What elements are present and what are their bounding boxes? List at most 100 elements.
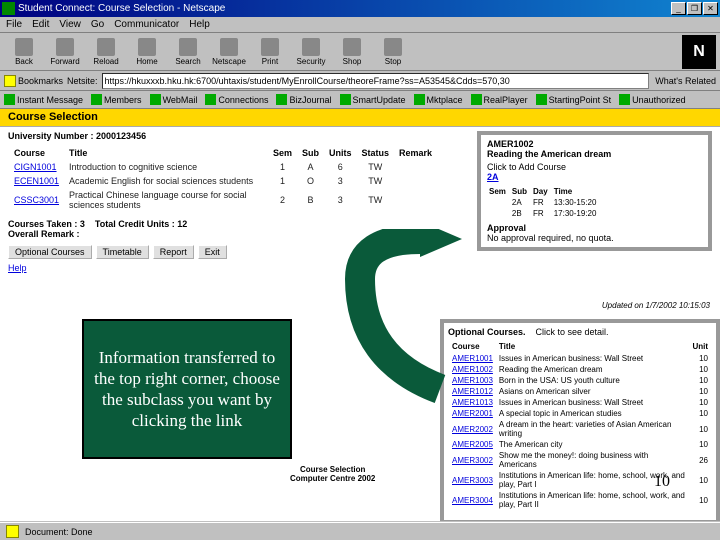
list-item: AMER3002Show me the money!: doing busine… <box>450 451 710 469</box>
menu-bar: File Edit View Go Communicator Help <box>0 17 720 33</box>
whats-related-button[interactable]: What's Related <box>653 76 716 86</box>
link-instant-message[interactable]: Instant Message <box>4 94 83 105</box>
search-button[interactable]: Search <box>168 35 208 69</box>
list-item: AMER3003Institutions in American life: h… <box>450 471 710 489</box>
book-icon <box>471 94 482 105</box>
link-mktplace[interactable]: Mktplace <box>414 94 463 105</box>
location-bar: Bookmarks Netsite: What's Related <box>0 71 720 91</box>
toolbar: Back Forward Reload Home Search Netscape… <box>0 33 720 71</box>
page-heading: Course Selection <box>0 109 720 127</box>
col-sem: Sem <box>269 147 296 159</box>
close-button[interactable]: ✕ <box>703 2 718 15</box>
opt-course-link[interactable]: AMER1003 <box>452 376 493 385</box>
table-row: CSSC3001 Practical Chinese language cour… <box>10 189 436 211</box>
opt-col-course: Course <box>450 341 495 352</box>
exit-button[interactable]: Exit <box>198 245 227 259</box>
forward-button[interactable]: Forward <box>45 35 85 69</box>
optional-courses-button[interactable]: Optional Courses <box>8 245 92 259</box>
detail-code: AMER1002 <box>487 139 702 149</box>
home-button[interactable]: Home <box>127 35 167 69</box>
book-icon <box>414 94 425 105</box>
netscape-logo: N <box>682 35 716 69</box>
book-icon <box>340 94 351 105</box>
detail-title: Reading the American dream <box>487 149 702 159</box>
overall-remark: Overall Remark : <box>8 229 80 239</box>
netscape-icon <box>220 38 238 56</box>
list-item: AMER1013Issues in American business: Wal… <box>450 398 710 407</box>
reload-button[interactable]: Reload <box>86 35 126 69</box>
window-titlebar: Student Connect: Course Selection - Nets… <box>0 0 720 17</box>
schedule-row: 2AFR13:30-15:20 <box>489 198 602 207</box>
col-units: Units <box>325 147 356 159</box>
report-button[interactable]: Report <box>153 245 194 259</box>
shop-button[interactable]: Shop <box>332 35 372 69</box>
opt-course-link[interactable]: AMER2001 <box>452 409 493 418</box>
minimize-button[interactable]: _ <box>671 2 686 15</box>
lock-icon <box>6 525 19 538</box>
opt-course-link[interactable]: AMER3003 <box>452 476 493 485</box>
course-detail-panel: AMER1002 Reading the American dream Clic… <box>477 131 712 251</box>
total-units: Total Credit Units : 12 <box>95 219 187 229</box>
menu-view[interactable]: View <box>59 19 81 30</box>
link-webmail[interactable]: WebMail <box>150 94 198 105</box>
link-bizjournal[interactable]: BizJournal <box>276 94 331 105</box>
opt-course-link[interactable]: AMER1012 <box>452 387 493 396</box>
maximize-button[interactable]: ❐ <box>687 2 702 15</box>
book-icon <box>536 94 547 105</box>
course-link[interactable]: ECEN1001 <box>14 176 59 186</box>
selected-courses-table: Course Title Sem Sub Units Status Remark… <box>8 145 438 213</box>
book-icon <box>619 94 630 105</box>
list-item: AMER1012Asians on American silver10 <box>450 387 710 396</box>
personal-toolbar: Instant Message Members WebMail Connecti… <box>0 91 720 109</box>
stop-button[interactable]: Stop <box>373 35 413 69</box>
help-link[interactable]: Help <box>8 263 712 273</box>
bookmarks-icon <box>4 75 16 87</box>
url-input[interactable] <box>102 73 650 89</box>
table-row: CIGN1001 Introduction to cognitive scien… <box>10 161 436 173</box>
subclass-link[interactable]: 2A <box>487 172 499 182</box>
netscape-button[interactable]: Netscape <box>209 35 249 69</box>
menu-file[interactable]: File <box>6 19 22 30</box>
opt-course-link[interactable]: AMER3004 <box>452 496 493 505</box>
app-icon <box>2 2 15 15</box>
link-smartupdate[interactable]: SmartUpdate <box>340 94 406 105</box>
course-link[interactable]: CIGN1001 <box>14 162 57 172</box>
bookmarks-button[interactable]: Bookmarks <box>4 75 63 87</box>
opt-course-link[interactable]: AMER1001 <box>452 354 493 363</box>
link-members[interactable]: Members <box>91 94 142 105</box>
timetable-button[interactable]: Timetable <box>96 245 149 259</box>
course-link[interactable]: CSSC3001 <box>14 195 59 205</box>
opt-course-link[interactable]: AMER2005 <box>452 440 493 449</box>
opt-course-link[interactable]: AMER1013 <box>452 398 493 407</box>
link-unauthorized[interactable]: Unauthorized <box>619 94 686 105</box>
col-status: Status <box>357 147 393 159</box>
im-icon <box>4 94 15 105</box>
opt-course-link[interactable]: AMER3002 <box>452 456 493 465</box>
link-startingpoint[interactable]: StartingPoint St <box>536 94 612 105</box>
window-title: Student Connect: Course Selection - Nets… <box>18 3 671 14</box>
menu-go[interactable]: Go <box>91 19 104 30</box>
back-icon <box>15 38 33 56</box>
annotation-callout: Information transferred to the top right… <box>82 319 292 459</box>
print-button[interactable]: Print <box>250 35 290 69</box>
updated-timestamp: Updated on 1/7/2002 10:15:03 <box>602 301 710 310</box>
back-button[interactable]: Back <box>4 35 44 69</box>
print-icon <box>261 38 279 56</box>
menu-edit[interactable]: Edit <box>32 19 49 30</box>
menu-communicator[interactable]: Communicator <box>114 19 179 30</box>
menu-help[interactable]: Help <box>189 19 210 30</box>
book-icon <box>276 94 287 105</box>
opt-course-link[interactable]: AMER2002 <box>452 425 493 434</box>
col-title: Title <box>65 147 267 159</box>
page-footer: Course Selection Computer Centre 2002 <box>290 465 375 483</box>
link-realplayer[interactable]: RealPlayer <box>471 94 528 105</box>
schedule-row: 2BFR17:30-19:20 <box>489 209 602 218</box>
list-item: AMER2005The American city10 <box>450 440 710 449</box>
security-button[interactable]: Security <box>291 35 331 69</box>
search-icon <box>179 38 197 56</box>
optional-courses-panel: Optional Courses.Click to see detail. Co… <box>440 319 720 521</box>
opt-course-link[interactable]: AMER1002 <box>452 365 493 374</box>
courses-taken: Courses Taken : 3 <box>8 219 85 229</box>
link-connections[interactable]: Connections <box>205 94 268 105</box>
stop-icon <box>384 38 402 56</box>
